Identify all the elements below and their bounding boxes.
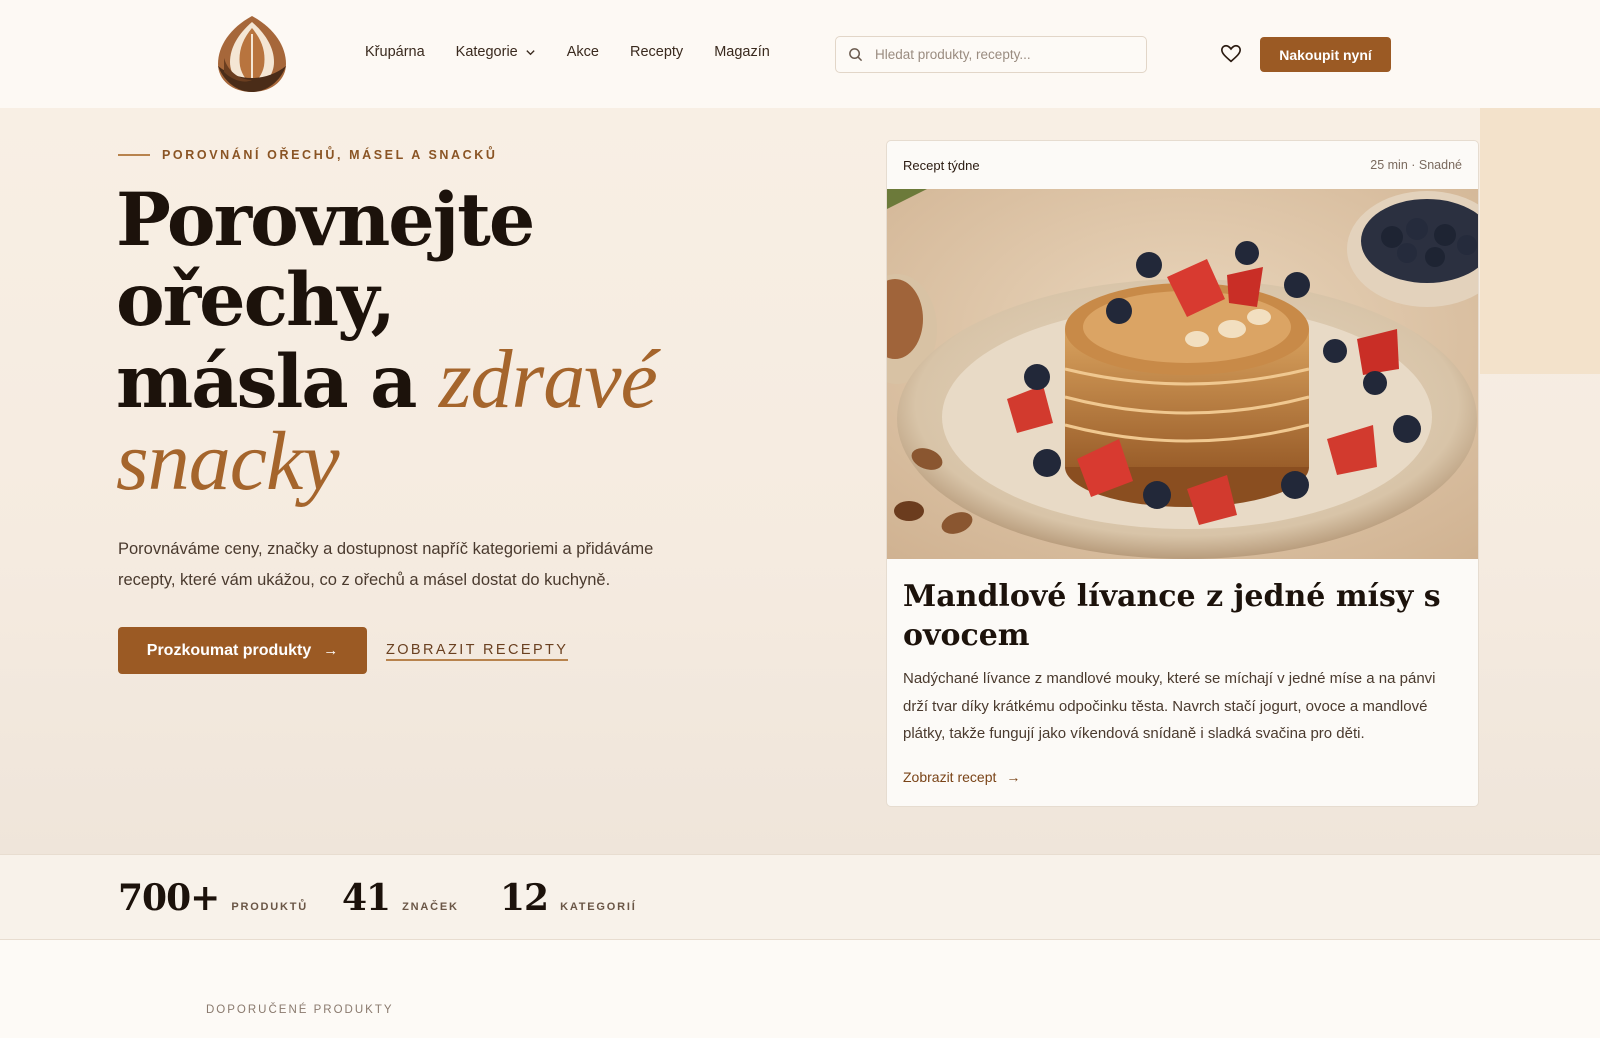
featured-eyebrow: DOPORUČENÉ PRODUKTY	[206, 1004, 394, 1016]
hero-decoration	[1480, 108, 1600, 374]
search-input[interactable]	[875, 47, 1135, 62]
nav-item-akce[interactable]: Akce	[567, 44, 599, 60]
search-icon	[849, 48, 863, 62]
stat-label: KATEGORIÍ	[560, 901, 637, 913]
recipe-label: Recept týdne	[903, 157, 980, 173]
hero-title-line: másla a	[116, 339, 439, 425]
recipe-card-header: Recept týdne 25 min · Snadné	[887, 141, 1478, 189]
chevron-down-icon	[526, 49, 535, 55]
stat-brands: 41 ZNAČEK	[342, 877, 459, 919]
nav-label: Recepty	[629, 44, 684, 60]
recipe-description: Nadýchané lívance z mandlové mouky, kter…	[903, 670, 1436, 742]
recipe-card: Recept týdne 25 min · Snadné Mandlové lí…	[886, 140, 1479, 807]
nav-label: Křupárna	[365, 44, 425, 60]
buy-now-button[interactable]: Nakoupit nyní	[1260, 37, 1391, 72]
stat-label: PRODUKTŮ	[231, 901, 309, 913]
site-header: Křupárna Kategorie Akce Recepty Magazín …	[0, 0, 1600, 108]
nav-item-magazin[interactable]: Magazín	[714, 44, 770, 60]
arrow-right-icon: →	[323, 642, 339, 659]
arrow-right-icon: →	[1006, 769, 1021, 785]
logo-icon[interactable]	[214, 14, 290, 94]
hero-title-line: Porovnejte	[116, 177, 535, 263]
nav-item-kategorie[interactable]: Kategorie	[456, 44, 536, 60]
hero-description: Porovnáváme ceny, značky a dostupnost na…	[118, 540, 654, 589]
search-box	[835, 36, 1147, 73]
nav-item-krupara[interactable]: Křupárna	[365, 44, 425, 60]
nav-label: Magazín	[714, 44, 770, 60]
recipe-meta: 25 min · Snadné	[1370, 158, 1462, 172]
recipe-title[interactable]: Mandlové lívance z jedné mísy s ovocem	[903, 577, 1463, 655]
main-nav: Křupárna Kategorie Akce Recepty Magazín	[365, 44, 801, 60]
stat-categories: 12 KATEGORIÍ	[500, 877, 637, 919]
eyebrow-text: POROVNÁNÍ OŘECHŮ, MÁSEL A SNACKŮ	[162, 148, 498, 162]
featured-products-section: DOPORUČENÉ PRODUKTY	[0, 940, 1600, 1038]
explore-label: Prozkoumat produkty	[146, 641, 312, 659]
show-recipe-link[interactable]: Zobrazit recept →	[903, 769, 1020, 785]
nav-label: Akce	[566, 44, 599, 60]
stat-label: ZNAČEK	[402, 901, 459, 913]
stat-number: 700+	[118, 877, 220, 919]
hero-title-line: ořechy,	[116, 257, 396, 343]
stat-number: 41	[342, 877, 391, 919]
hero-title: Porovnejte ořechy, másla a zdravé snacky	[116, 180, 756, 504]
show-recipe-label: Zobrazit recept	[903, 769, 997, 785]
nav-item-recepty[interactable]: Recepty	[630, 44, 683, 60]
show-recipes-link[interactable]: ZOBRAZIT RECEPTY	[386, 642, 569, 661]
stats-bar: 700+ PRODUKTŮ 41 ZNAČEK 12 KATEGORIÍ	[0, 854, 1600, 940]
hero-eyebrow: POROVNÁNÍ OŘECHŮ, MÁSEL A SNACKŮ	[118, 148, 498, 162]
stat-number: 12	[500, 877, 549, 919]
hero-title-accent: snacky	[116, 415, 340, 508]
nav-label: Kategorie	[455, 44, 518, 60]
recipe-image[interactable]	[887, 189, 1479, 559]
explore-products-button[interactable]: Prozkoumat produkty →	[118, 627, 367, 674]
hero-title-accent: zdravé	[438, 333, 658, 426]
heart-icon[interactable]	[1220, 43, 1242, 65]
stat-products: 700+ PRODUKTŮ	[118, 877, 308, 919]
eyebrow-line	[118, 154, 150, 156]
